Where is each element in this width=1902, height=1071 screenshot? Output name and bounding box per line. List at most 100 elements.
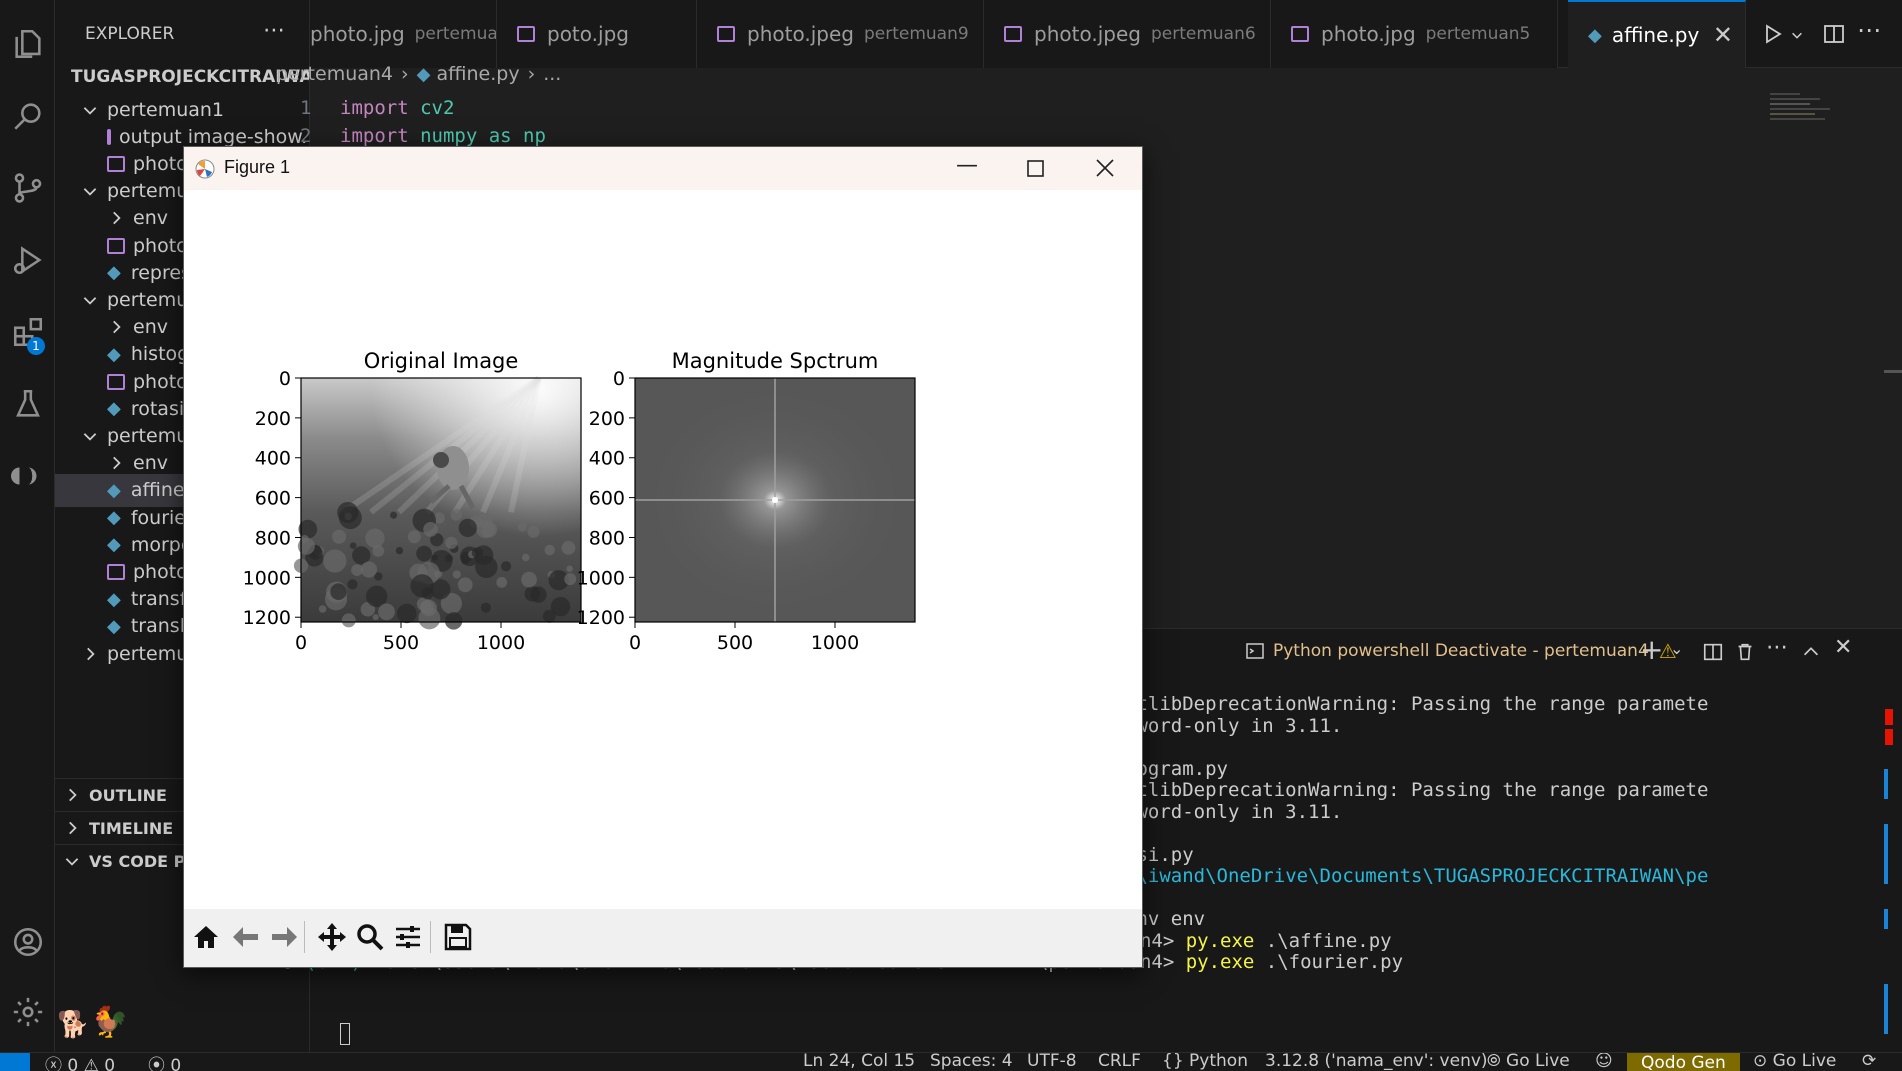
diver-head <box>433 452 449 468</box>
back-arrow-icon[interactable] <box>228 919 264 955</box>
chevron-down-icon <box>83 106 97 115</box>
encoding[interactable]: UTF-8 <box>1027 1053 1077 1071</box>
cursor-position[interactable]: Ln 24, Col 15 <box>803 1053 915 1071</box>
more-actions-icon[interactable]: ⋯ <box>1857 16 1881 44</box>
coral-blob <box>480 602 491 613</box>
subplot-title: Magnitude Spctrum <box>672 349 879 373</box>
status-bar: ⓧ 0 ⚠ 0 ⦿ 0 Ln 24, Col 15 Spaces: 4 UTF-… <box>0 1052 1902 1071</box>
close-tab-icon[interactable]: ✕ <box>1713 21 1733 49</box>
tab-affine[interactable]: ◆ affine.py ✕ <box>1568 0 1746 68</box>
qodo-gen-button[interactable]: Qodo Gen <box>1627 1053 1740 1071</box>
tab-label: poto.jpg <box>547 22 629 46</box>
split-terminal-icon[interactable] <box>1702 641 1724 663</box>
code-line[interactable]: import numpy as np <box>340 125 546 147</box>
toolbar-separator <box>304 921 305 953</box>
copilot-icon[interactable]: ☺ <box>1595 1053 1613 1071</box>
subplot-magnitude-spectrum[interactable]: Magnitude Spctrum0200400600800100012000 5… <box>577 349 916 654</box>
minimap[interactable] <box>1770 90 1840 150</box>
workspace-root[interactable]: TUGASPROJECKCITRAIWAN <box>55 60 309 93</box>
coral-blob <box>407 530 421 544</box>
terminal-tab[interactable]: Python powershell Deactivate - pertemuan… <box>1245 639 1677 663</box>
breadcrumb-file[interactable]: affine.py <box>436 63 519 85</box>
problems-indicator[interactable]: ⓧ 0 ⚠ 0 <box>45 1053 116 1071</box>
breadcrumb-more[interactable]: ... <box>543 63 561 85</box>
more-actions-icon[interactable]: ⋯ <box>263 18 285 43</box>
minimize-icon[interactable]: — <box>956 153 978 178</box>
maximize-panel-icon[interactable] <box>1800 641 1822 663</box>
image-file-icon <box>717 26 735 42</box>
extensions-icon[interactable]: 1 <box>0 302 55 362</box>
go-live-button-2[interactable]: ⊙ Go Live <box>1753 1053 1836 1071</box>
coral-blob <box>337 501 359 524</box>
coral-blob <box>445 536 458 549</box>
figure-canvas[interactable]: Original Image0200400600800100012000 500 1… <box>184 190 1142 909</box>
code-line[interactable]: import cv2 <box>340 97 454 119</box>
explorer-icon[interactable] <box>0 14 55 74</box>
go-live-label: Go Live <box>1506 1052 1570 1071</box>
run-debug-icon[interactable] <box>0 230 55 290</box>
section-timeline-label: TIMELINE <box>89 818 174 838</box>
subplot-original-image[interactable]: Original Image0200400600800100012000 500 1… <box>243 349 582 654</box>
split-editor-icon[interactable] <box>1822 22 1846 46</box>
code-text: numpy as np <box>408 125 546 147</box>
image-file-icon <box>1004 26 1022 42</box>
chevron-down-icon[interactable]: ⌄ <box>1670 639 1683 658</box>
source-control-icon[interactable] <box>0 158 55 218</box>
forward-arrow-icon[interactable] <box>266 919 302 955</box>
y-tick-label: 800 <box>589 527 625 549</box>
tab-photo-pertemuan5[interactable]: photo.jpg pertemuan5 <box>1271 0 1558 68</box>
run-icon[interactable] <box>1761 22 1785 46</box>
section-outline-label: OUTLINE <box>89 785 167 805</box>
configure-subplots-icon[interactable] <box>390 919 426 955</box>
image-file-icon <box>107 128 111 145</box>
home-icon[interactable] <box>188 919 224 955</box>
language-mode[interactable]: {} Python <box>1162 1053 1248 1071</box>
tab-label: photo.jpeg <box>1034 22 1141 46</box>
scrollbar[interactable] <box>1884 370 1902 373</box>
x-tick-label: 1000 <box>811 632 859 654</box>
zoom-magnifier-icon[interactable] <box>352 919 388 955</box>
matplotlib-logo-icon <box>195 159 215 179</box>
more-actions-icon[interactable]: ⋯ <box>1766 635 1788 660</box>
tab-photo-pertemuan9[interactable]: photo.jpeg pertemuan9 <box>697 0 984 68</box>
chevron-down-icon[interactable] <box>1790 28 1804 42</box>
remote-indicator[interactable] <box>0 1053 30 1071</box>
tree-item-label: env <box>133 452 168 475</box>
tab-photo-pertemuan6[interactable]: photo.jpeg pertemuan6 <box>984 0 1271 68</box>
notifications-icon[interactable]: ⟳ <box>1862 1053 1876 1071</box>
coral-blob <box>372 545 385 557</box>
remote-explorer-icon[interactable] <box>0 446 55 506</box>
coral-blob <box>444 612 463 630</box>
coral-blob <box>349 542 357 549</box>
settings-gear-icon[interactable] <box>0 982 55 1042</box>
pan-move-icon[interactable] <box>314 919 350 955</box>
coral-blob <box>396 603 417 624</box>
figure-title: Figure 1 <box>224 157 291 177</box>
go-live-button[interactable]: ⦾ Go Live <box>1487 1052 1570 1071</box>
coral-blob <box>341 613 356 628</box>
figure-titlebar[interactable]: Figure 1 — <box>184 147 1142 190</box>
indentation[interactable]: Spaces: 4 <box>930 1053 1013 1071</box>
tab-desc: pertemuan5 <box>1425 24 1531 44</box>
figure-window[interactable]: Figure 1 — Original Image 0 200 400 600 … <box>183 146 1143 968</box>
close-panel-icon[interactable]: ✕ <box>1834 635 1852 660</box>
image-file-icon <box>107 373 125 390</box>
close-icon[interactable] <box>1096 159 1114 177</box>
coral-blob <box>527 525 540 538</box>
account-icon[interactable] <box>0 912 55 972</box>
save-figure-icon[interactable] <box>440 919 476 955</box>
search-icon[interactable] <box>0 86 55 146</box>
python-interpreter[interactable]: 3.12.8 ('nama_env': venv) <box>1265 1053 1488 1071</box>
chevron-down-icon <box>83 297 97 305</box>
eol[interactable]: CRLF <box>1098 1053 1141 1071</box>
new-terminal-icon[interactable]: + <box>1640 633 1663 666</box>
line-number: 1 <box>300 97 312 119</box>
maximize-icon[interactable] <box>1027 160 1044 177</box>
testing-icon[interactable] <box>0 374 55 434</box>
warning-count: 0 <box>104 1056 116 1071</box>
chevron-right-icon: › <box>401 63 409 85</box>
trash-icon[interactable] <box>1734 641 1756 663</box>
breadcrumb-folder[interactable]: pertemuan4 <box>276 63 393 85</box>
ports-indicator[interactable]: ⦿ 0 <box>148 1053 181 1071</box>
image-file-icon <box>107 563 125 580</box>
